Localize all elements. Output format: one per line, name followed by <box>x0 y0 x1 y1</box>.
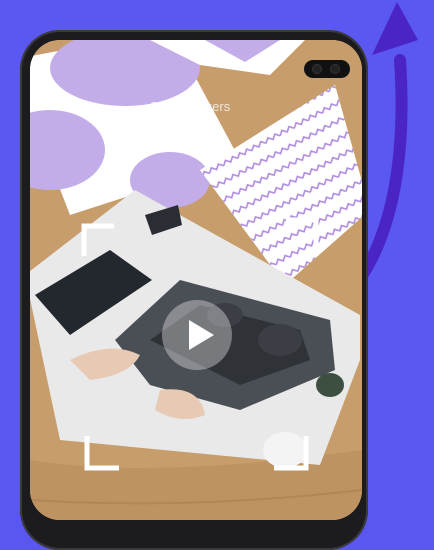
front-camera <box>304 60 350 78</box>
scan-frame-corner-top-right <box>286 217 319 250</box>
play-icon <box>189 320 214 350</box>
scan-frame-corner-bottom-left <box>84 436 119 471</box>
page-title: Scan Markers <box>150 99 231 114</box>
scan-frame-corner-top-left <box>81 223 114 256</box>
scan-frame-corner-bottom-right <box>274 436 309 471</box>
play-button[interactable] <box>162 300 232 370</box>
